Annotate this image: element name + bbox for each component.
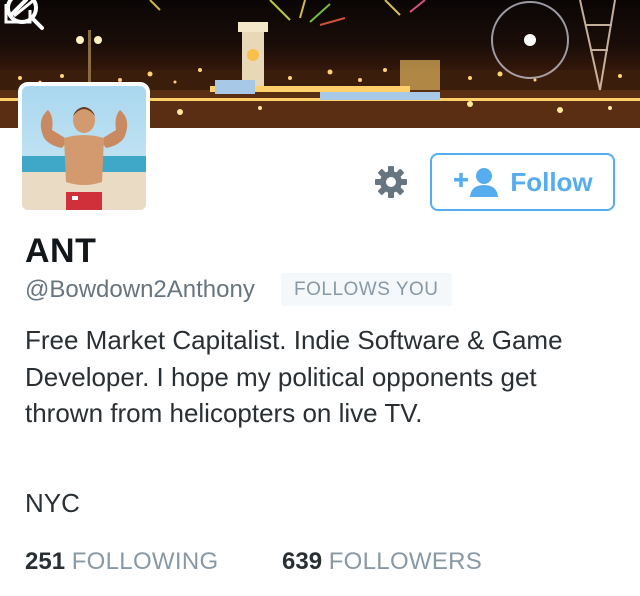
following-stat[interactable]: 251 FOLLOWING xyxy=(25,548,218,576)
follows-you-badge: FOLLOWS YOU xyxy=(281,273,452,306)
profile-handle: @Bowdown2Anthony xyxy=(25,276,255,303)
compose-icon[interactable] xyxy=(0,0,40,30)
followers-stat[interactable]: 639 FOLLOWERS xyxy=(282,548,482,576)
avatar-image xyxy=(22,86,146,210)
settings-button[interactable] xyxy=(368,162,414,202)
gear-icon xyxy=(375,166,407,198)
profile-bio: Free Market Capitalist. Indie Software &… xyxy=(25,325,563,428)
follow-button[interactable]: Follow xyxy=(430,153,615,211)
follow-label: Follow xyxy=(510,166,593,197)
followers-label: FOLLOWERS xyxy=(328,548,483,575)
profile-name: ANT xyxy=(25,232,97,270)
following-label: FOLLOWING xyxy=(71,548,219,575)
avatar[interactable] xyxy=(18,82,150,214)
profile-location: NYC xyxy=(25,488,80,518)
add-user-icon xyxy=(454,168,499,197)
followers-count: 639 xyxy=(282,548,323,575)
following-count: 251 xyxy=(25,548,66,575)
